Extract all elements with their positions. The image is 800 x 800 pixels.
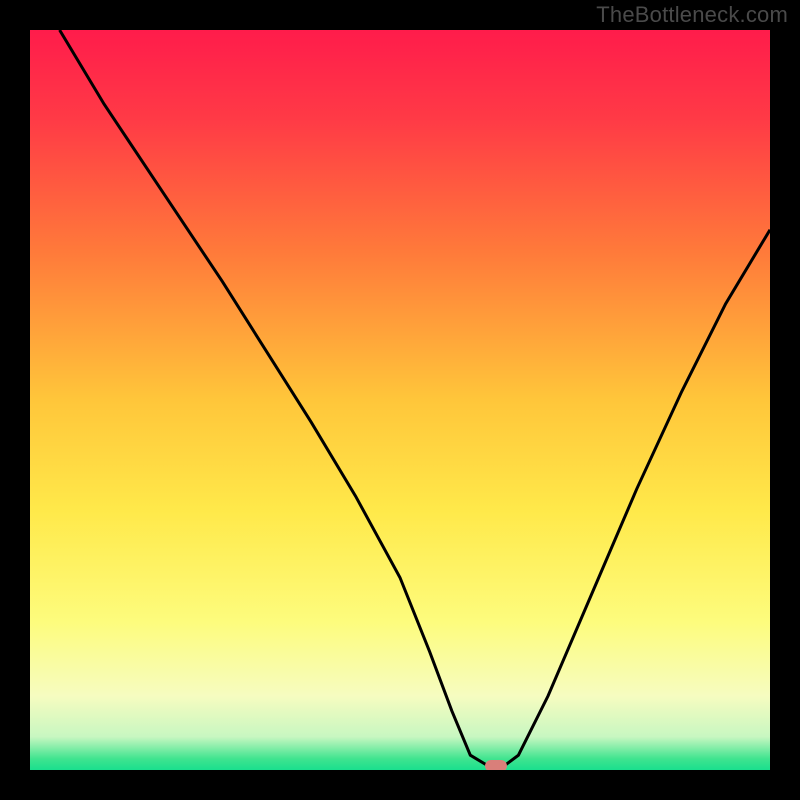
gradient-background [30, 30, 770, 770]
optimal-point-marker [485, 760, 507, 770]
plot-area [30, 30, 770, 770]
chart-frame: TheBottleneck.com [0, 0, 800, 800]
plot-svg [30, 30, 770, 770]
watermark-text: TheBottleneck.com [596, 2, 788, 28]
